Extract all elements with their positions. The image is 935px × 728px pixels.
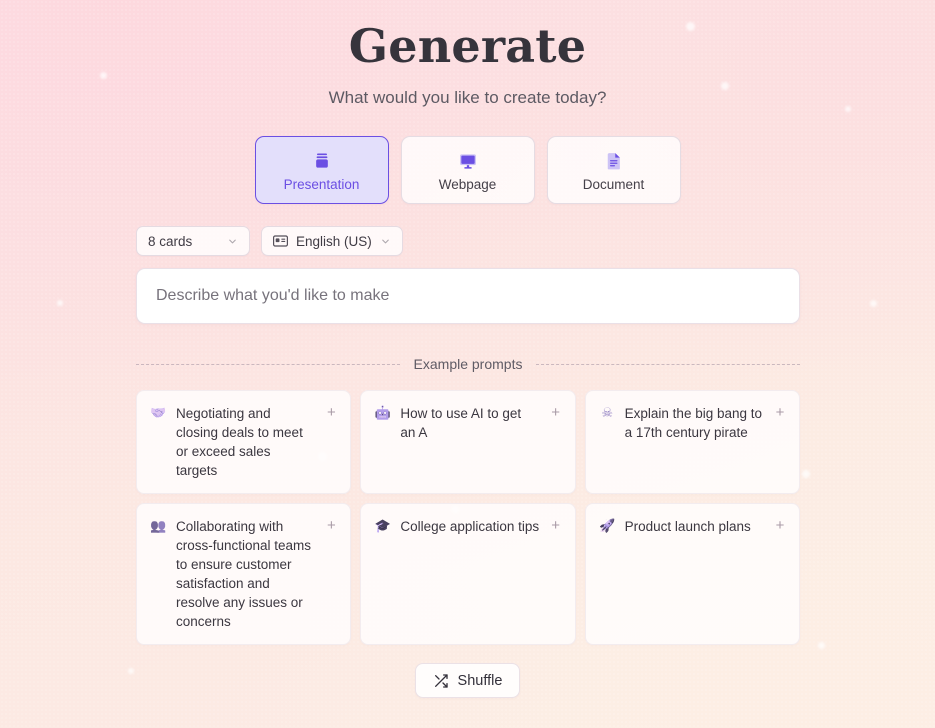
divider-line-right xyxy=(536,363,800,365)
type-card-presentation[interactable]: Presentation xyxy=(254,136,389,205)
example-prompt-card[interactable]: 👥 Collaborating with cross-functional te… xyxy=(136,503,352,646)
type-card-label: Presentation xyxy=(283,176,360,192)
divider-line-left xyxy=(136,363,400,365)
language-card-icon xyxy=(273,235,288,247)
shuffle-label: Shuffle xyxy=(457,672,503,689)
prompt-input-wrapper xyxy=(136,268,935,325)
robot-emoji-icon: 🤖 xyxy=(374,405,391,421)
skull-crossbones-emoji-icon: ☠ xyxy=(601,405,613,421)
example-prompt-card[interactable]: 🤖 How to use AI to get an A + xyxy=(360,390,576,495)
shuffle-row: Shuffle xyxy=(0,663,935,699)
example-prompts-label: Example prompts xyxy=(413,356,523,373)
prompt-input-box[interactable] xyxy=(136,268,800,325)
add-prompt-icon[interactable]: + xyxy=(773,404,787,480)
chevron-down-icon xyxy=(380,236,391,247)
graduation-cap-emoji-icon: 🎓 xyxy=(374,518,391,534)
shuffle-button[interactable]: Shuffle xyxy=(414,663,521,699)
add-prompt-icon[interactable]: + xyxy=(324,404,338,480)
example-prompt-text: Product launch plans xyxy=(624,519,751,535)
document-icon xyxy=(604,149,624,171)
type-card-label: Document xyxy=(582,176,645,192)
example-prompt-text: Collaborating with cross-functional team… xyxy=(176,519,312,630)
type-card-webpage[interactable]: Webpage xyxy=(400,136,535,205)
example-prompt-card[interactable]: ☠ Explain the big bang to a 17th century… xyxy=(584,390,800,495)
people-emoji-icon: 👥 xyxy=(150,518,167,534)
example-prompt-card[interactable]: 🎓 College application tips + xyxy=(360,503,576,646)
add-prompt-icon[interactable]: + xyxy=(324,517,338,631)
example-prompt-text: How to use AI to get an A xyxy=(400,406,522,441)
example-prompt-text: Explain the big bang to a 17th century p… xyxy=(624,406,763,441)
page-subtitle: What would you like to create today? xyxy=(328,88,607,108)
prompt-input[interactable] xyxy=(154,286,782,307)
handshake-emoji-icon: 🤝 xyxy=(150,405,167,421)
add-prompt-icon[interactable]: + xyxy=(549,517,563,631)
chevron-down-icon xyxy=(227,236,238,247)
type-card-document[interactable]: Document xyxy=(546,136,681,205)
rocket-emoji-icon: 🚀 xyxy=(599,518,616,534)
page-title: Generate xyxy=(348,19,587,73)
card-count-dropdown[interactable]: 8 cards xyxy=(136,226,250,257)
type-card-label: Webpage xyxy=(438,176,497,192)
example-prompts-grid: 🤝 Negotiating and closing deals to meet … xyxy=(136,390,800,646)
language-dropdown[interactable]: English (US) xyxy=(261,226,403,257)
output-type-selector: Presentation Webpage Document xyxy=(0,136,935,205)
presentation-icon xyxy=(312,149,332,171)
language-value: English (US) xyxy=(296,233,372,249)
card-count-value: 8 cards xyxy=(148,233,193,249)
add-prompt-icon[interactable]: + xyxy=(773,517,787,631)
generate-page: Generate What would you like to create t… xyxy=(0,0,935,728)
generation-options: 8 cards English (US) xyxy=(136,226,935,257)
monitor-icon xyxy=(458,149,478,171)
example-prompt-text: College application tips xyxy=(400,519,540,535)
example-prompts-divider: Example prompts xyxy=(136,356,800,372)
example-prompt-card[interactable]: 🤝 Negotiating and closing deals to meet … xyxy=(136,390,352,495)
example-prompt-card[interactable]: 🚀 Product launch plans + xyxy=(584,503,800,646)
shuffle-icon xyxy=(433,673,449,689)
example-prompt-text: Negotiating and closing deals to meet or… xyxy=(176,406,303,479)
add-prompt-icon[interactable]: + xyxy=(549,404,563,480)
